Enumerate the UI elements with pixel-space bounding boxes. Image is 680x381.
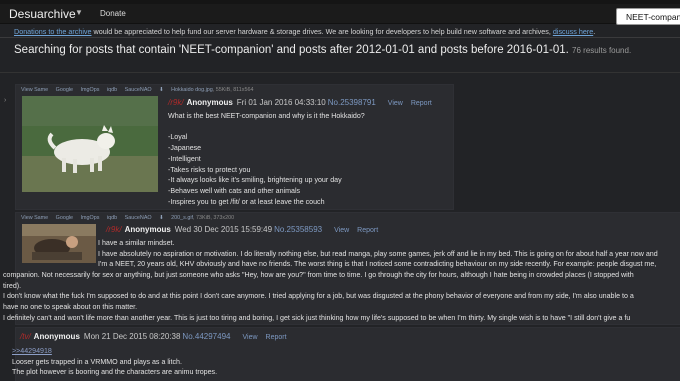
file-name-link[interactable]: 200_s.gif bbox=[171, 215, 193, 221]
post-line: -Takes risks to protect you bbox=[168, 165, 251, 174]
post: View Same Google ImgOps iqdb SauceNAO ⬇ … bbox=[15, 84, 454, 210]
poster-name: Anonymous bbox=[124, 225, 171, 234]
imgops-link[interactable]: ImgOps bbox=[81, 87, 100, 93]
imgops-link[interactable]: ImgOps bbox=[81, 215, 100, 221]
poster-name: Anonymous bbox=[186, 98, 233, 107]
file-meta: , 55KiB, 811x564 bbox=[212, 87, 254, 93]
notice-text: would be appreciated to help fund our se… bbox=[93, 27, 551, 36]
gif-image-icon bbox=[22, 224, 96, 263]
report-link[interactable]: Report bbox=[357, 227, 378, 234]
post: /tv/Anonymous Mon 21 Dec 2015 08:20:38 No.… bbox=[12, 327, 680, 381]
post-body-continued: companion. Not necessarily for sex or an… bbox=[3, 270, 634, 324]
poster-name: Anonymous bbox=[33, 332, 80, 341]
donate-link[interactable]: Donate bbox=[100, 9, 126, 18]
discuss-link[interactable]: discuss here bbox=[553, 27, 593, 36]
file-name-link[interactable]: Hokkaido dog.jpg bbox=[171, 87, 213, 93]
dog-image-icon bbox=[22, 96, 158, 192]
post-line: have no one to speak about on this matte… bbox=[3, 303, 138, 312]
divider bbox=[0, 37, 680, 38]
post-line: tired). bbox=[3, 281, 22, 290]
report-link[interactable]: Report bbox=[266, 334, 287, 341]
results-divider bbox=[0, 72, 680, 73]
post-line: -Inspires you to get /fit/ or at least l… bbox=[168, 197, 325, 206]
navbar: Desuarchive ▼ Donate NEET-companion bbox=[0, 4, 680, 25]
post-line bbox=[168, 122, 365, 133]
google-link[interactable]: Google bbox=[56, 87, 73, 93]
search-heading: Searching for posts that contain 'NEET-c… bbox=[14, 44, 631, 56]
post-body: What is the best NEET-companion and why … bbox=[168, 111, 365, 207]
caret-down-icon[interactable]: ▼ bbox=[75, 8, 83, 17]
saucenao-link[interactable]: SauceNAO bbox=[125, 87, 152, 93]
post-thumbnail[interactable] bbox=[22, 96, 158, 192]
donation-notice: Donations to the archive would be apprec… bbox=[14, 27, 596, 36]
download-icon[interactable]: ⬇ bbox=[159, 87, 164, 93]
board-link[interactable]: /r9k/ bbox=[168, 98, 184, 107]
download-icon[interactable]: ⬇ bbox=[159, 215, 164, 221]
result-count: 76 results found. bbox=[572, 46, 632, 55]
view-link[interactable]: View bbox=[388, 100, 403, 107]
report-link[interactable]: Report bbox=[411, 100, 432, 107]
search-summary: Searching for posts that contain 'NEET-c… bbox=[14, 44, 569, 56]
post-line: -It always looks like it's smiling, brig… bbox=[168, 176, 342, 185]
quote-link[interactable]: >>44294918 bbox=[12, 346, 217, 357]
post-line: -Behaves well with cats and other animal… bbox=[168, 186, 301, 195]
board-link[interactable]: /r9k/ bbox=[106, 225, 122, 234]
post-line: I don't know what the fuck I'm supposed … bbox=[3, 292, 634, 301]
brand-dropdown[interactable]: Desuarchive bbox=[9, 7, 76, 21]
post-number-link[interactable]: No.25358593 bbox=[274, 225, 322, 234]
post-number-link[interactable]: No.44297494 bbox=[182, 332, 230, 341]
post-thumbnail[interactable] bbox=[22, 224, 96, 263]
post-header: /r9k/Anonymous Wed 30 Dec 2015 15:59:49 No… bbox=[106, 225, 378, 234]
post-line: I have absolutely no aspiration or motiv… bbox=[98, 249, 658, 258]
board-link[interactable]: /tv/ bbox=[20, 332, 31, 341]
post: View Same Google ImgOps iqdb SauceNAO ⬇ … bbox=[3, 212, 680, 325]
post-body: >>44294918 Looser gets trapped in a VRMM… bbox=[12, 346, 217, 378]
view-link[interactable]: View bbox=[334, 227, 349, 234]
post-line: -Loyal bbox=[168, 133, 188, 142]
file-info-bar: View Same Google ImgOps iqdb SauceNAO ⬇ … bbox=[21, 215, 234, 221]
search-input[interactable]: NEET-companion bbox=[616, 8, 680, 25]
post-line: What is the best NEET-companion and why … bbox=[168, 112, 365, 120]
post-line: I'm a NEET, 20 years old, KHV obviously … bbox=[98, 260, 657, 269]
post-number-link[interactable]: No.25398791 bbox=[328, 98, 376, 107]
post-line: companion. Not necessarily for sex or an… bbox=[3, 271, 634, 279]
iqdb-link[interactable]: iqdb bbox=[107, 87, 117, 93]
post-line: Looser gets trapped in a VRMMO and plays… bbox=[12, 357, 182, 366]
post-body: I have a similar mindset. I have absolut… bbox=[98, 238, 658, 270]
google-link[interactable]: Google bbox=[56, 215, 73, 221]
post-date: Wed 30 Dec 2015 15:59:49 bbox=[174, 225, 273, 234]
post-header: /tv/Anonymous Mon 21 Dec 2015 08:20:38 No.… bbox=[20, 332, 287, 341]
post-line: I have a similar mindset. bbox=[98, 239, 175, 247]
file-info-bar: View Same Google ImgOps iqdb SauceNAO ⬇ … bbox=[21, 87, 253, 93]
view-same-link[interactable]: View Same bbox=[21, 87, 48, 93]
post-header: /r9k/Anonymous Fri 01 Jan 2016 04:33:10 No… bbox=[168, 98, 432, 107]
post-line: The plot however is booring and the char… bbox=[12, 368, 218, 377]
saucenao-link[interactable]: SauceNAO bbox=[125, 215, 152, 221]
iqdb-link[interactable]: iqdb bbox=[107, 215, 117, 221]
post-line: -Japanese bbox=[168, 144, 202, 153]
post-date: Fri 01 Jan 2016 04:33:10 bbox=[236, 98, 326, 107]
post-arrow-icon: › bbox=[4, 97, 7, 104]
post-line: I definitely can't and won't life more t… bbox=[3, 313, 631, 322]
donations-link[interactable]: Donations to the archive bbox=[14, 27, 92, 36]
post-line: -Intelligent bbox=[168, 154, 201, 163]
view-same-link[interactable]: View Same bbox=[21, 215, 48, 221]
view-link[interactable]: View bbox=[242, 334, 257, 341]
post-date: Mon 21 Dec 2015 08:20:38 bbox=[83, 332, 181, 341]
file-meta: , 73KiB, 373x200 bbox=[193, 215, 235, 221]
